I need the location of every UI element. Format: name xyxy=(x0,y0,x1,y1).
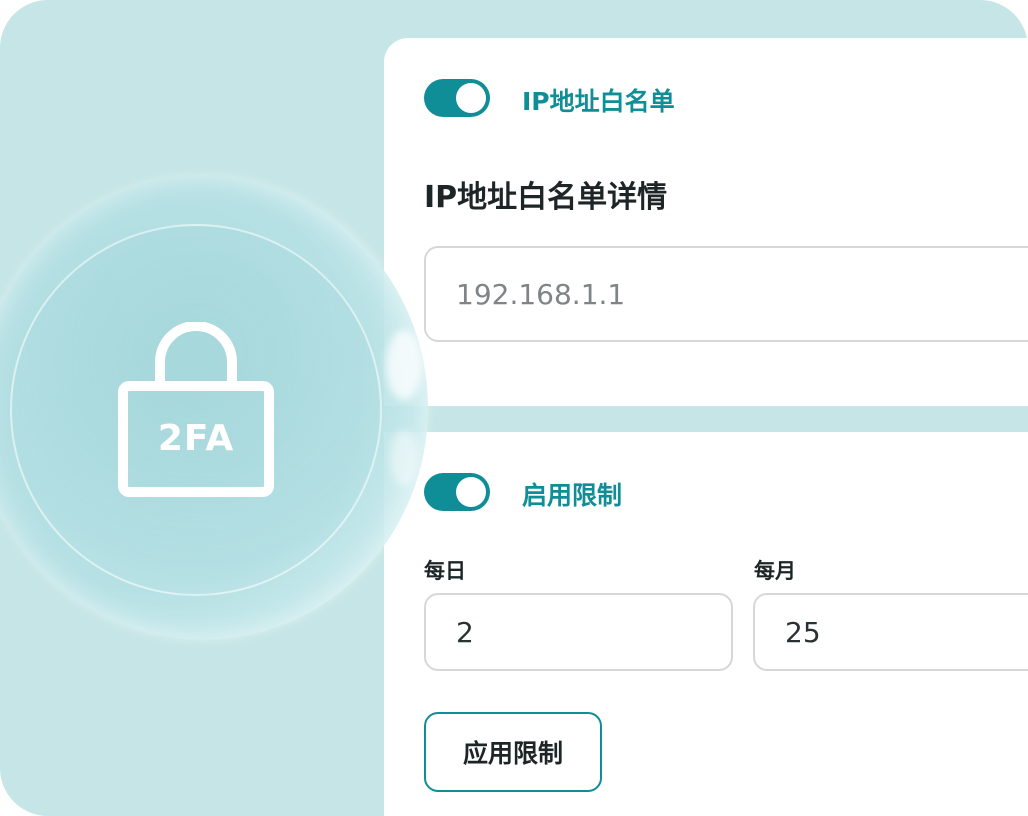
daily-limit-label: 每日 xyxy=(424,559,466,583)
monthly-limit-label: 每月 xyxy=(754,559,796,583)
ip-address-input[interactable]: 192.168.1.1 xyxy=(424,246,1028,342)
sphere-highlight xyxy=(386,330,422,400)
daily-limit-input[interactable]: 2 xyxy=(424,593,733,671)
monthly-limit-input[interactable]: 25 xyxy=(753,593,1028,671)
enable-limits-toggle[interactable] xyxy=(424,473,490,511)
toggle-knob xyxy=(456,83,486,113)
two-factor-badge-text: 2FA xyxy=(157,418,235,459)
lock-icon xyxy=(118,322,274,497)
stage: IP地址白名单 IP地址白名单详情 192.168.1.1 启用限制 每日 每月… xyxy=(0,0,1028,816)
enable-limits-toggle-label: 启用限制 xyxy=(522,481,623,510)
apply-limits-button[interactable]: 应用限制 xyxy=(424,712,602,792)
toggle-knob xyxy=(456,477,486,507)
ip-whitelist-details-title: IP地址白名单详情 xyxy=(424,180,668,215)
ip-whitelist-toggle[interactable] xyxy=(424,79,490,117)
sphere-highlight xyxy=(390,430,418,486)
ip-whitelist-toggle-label: IP地址白名单 xyxy=(522,87,675,116)
